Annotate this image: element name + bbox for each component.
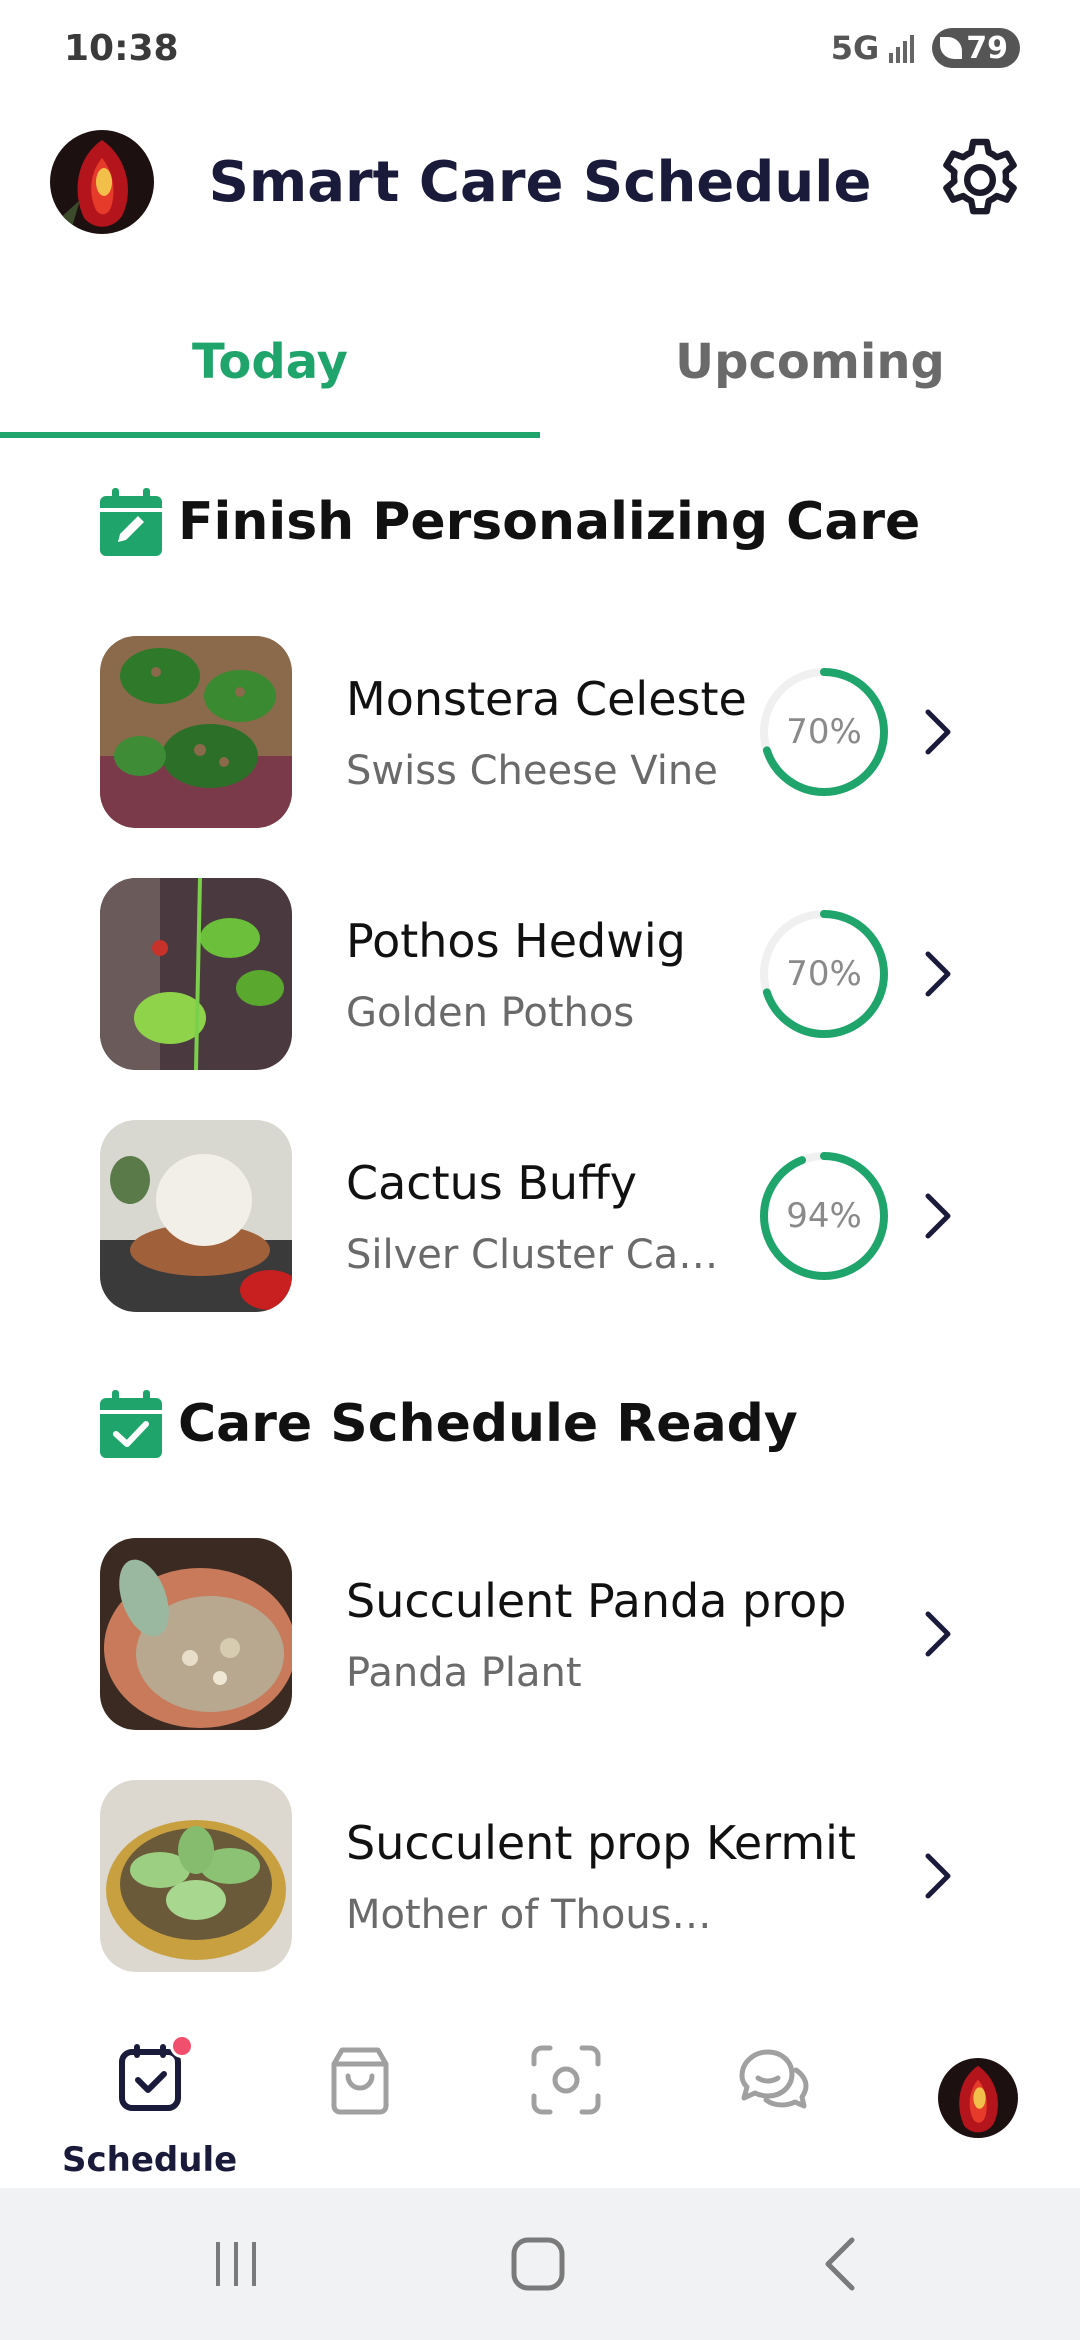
plant-row-kermit[interactable]: Succulent prop Kermit Mother of Thousand… xyxy=(0,1780,1080,1980)
nav-label-schedule: Schedule xyxy=(62,2140,238,2180)
plant-photo xyxy=(100,878,292,1070)
nav-scan[interactable] xyxy=(506,2040,626,2150)
plant-common-name: Mother of Thousands xyxy=(346,1892,736,1938)
home-icon[interactable] xyxy=(508,2234,568,2294)
network-label: 5G xyxy=(830,29,880,67)
plant-name: Cactus Buffy xyxy=(346,1156,638,1210)
plant-common-name: Panda Plant xyxy=(346,1650,582,1696)
plant-row-cactus[interactable]: Cactus Buffy Silver Cluster Ca… 94% xyxy=(0,1120,1080,1320)
plant-row-panda[interactable]: Succulent Panda prop Panda Plant xyxy=(0,1538,1080,1738)
section-title: Finish Personalizing Care xyxy=(178,492,921,552)
plant-common-name: Swiss Cheese Vine xyxy=(346,748,718,794)
page-title: Smart Care Schedule xyxy=(208,150,872,215)
nav-shop[interactable] xyxy=(300,2040,420,2150)
battery-level: 79 xyxy=(966,30,1008,66)
tab-upcoming[interactable]: Upcoming xyxy=(540,334,1080,390)
status-icons: 5G 79 xyxy=(831,28,1020,68)
system-nav-bar xyxy=(0,2188,1080,2340)
plant-name: Succulent Panda prop xyxy=(346,1574,847,1628)
plant-common-name: Silver Cluster Ca… xyxy=(346,1232,719,1278)
nav-chat[interactable] xyxy=(712,2040,832,2150)
schedule-tabs: Today Upcoming xyxy=(0,300,1080,440)
plant-photo xyxy=(100,1780,292,1972)
status-time: 10:38 xyxy=(64,28,179,69)
progress-label: 70% xyxy=(786,954,862,994)
nav-schedule[interactable] xyxy=(92,2034,212,2150)
section-title: Care Schedule Ready xyxy=(178,1394,798,1454)
tab-today[interactable]: Today xyxy=(0,334,540,390)
battery-saver-icon xyxy=(940,37,963,59)
calendar-edit-icon xyxy=(100,488,162,556)
chevron-right-icon xyxy=(925,951,951,997)
battery-indicator: 79 xyxy=(932,28,1020,68)
progress-label: 94% xyxy=(786,1196,862,1236)
calendar-check-icon xyxy=(100,1390,162,1458)
active-tab-indicator xyxy=(0,432,540,438)
shopping-bag-icon xyxy=(331,2047,389,2115)
app-header: Smart Care Schedule xyxy=(0,120,1080,250)
nav-profile-avatar[interactable] xyxy=(938,2058,1018,2138)
signal-icon xyxy=(889,33,915,63)
plant-photo xyxy=(100,1120,292,1312)
chevron-right-icon xyxy=(925,1193,951,1239)
chevron-right-icon xyxy=(925,709,951,755)
section-header-personalizing: Finish Personalizing Care xyxy=(100,488,920,556)
settings-button[interactable] xyxy=(932,132,1028,228)
plant-photo xyxy=(100,1538,292,1730)
scan-icon xyxy=(531,2045,601,2115)
chevron-right-icon xyxy=(925,1611,951,1657)
section-header-ready: Care Schedule Ready xyxy=(100,1390,798,1458)
plant-row-pothos[interactable]: Pothos Hedwig Golden Pothos 70% xyxy=(0,878,1080,1078)
plant-common-name: Golden Pothos xyxy=(346,990,635,1036)
recent-apps-icon[interactable] xyxy=(206,2234,266,2294)
bottom-nav: Schedule xyxy=(0,2020,1080,2190)
plant-name: Pothos Hedwig xyxy=(346,914,686,968)
plant-row-monstera[interactable]: Monstera Celeste Swiss Cheese Vine 70% xyxy=(0,636,1080,836)
chevron-right-icon xyxy=(925,1853,951,1899)
chat-icon xyxy=(739,2049,809,2109)
plant-name: Monstera Celeste xyxy=(346,672,747,726)
back-icon[interactable] xyxy=(812,2234,872,2294)
notification-badge xyxy=(170,2034,194,2058)
plant-photo xyxy=(100,636,292,828)
gear-icon xyxy=(943,138,1017,215)
status-bar: 10:38 5G 79 xyxy=(0,0,1080,100)
plant-name: Succulent prop Kermit xyxy=(346,1816,856,1870)
progress-label: 70% xyxy=(786,712,862,752)
